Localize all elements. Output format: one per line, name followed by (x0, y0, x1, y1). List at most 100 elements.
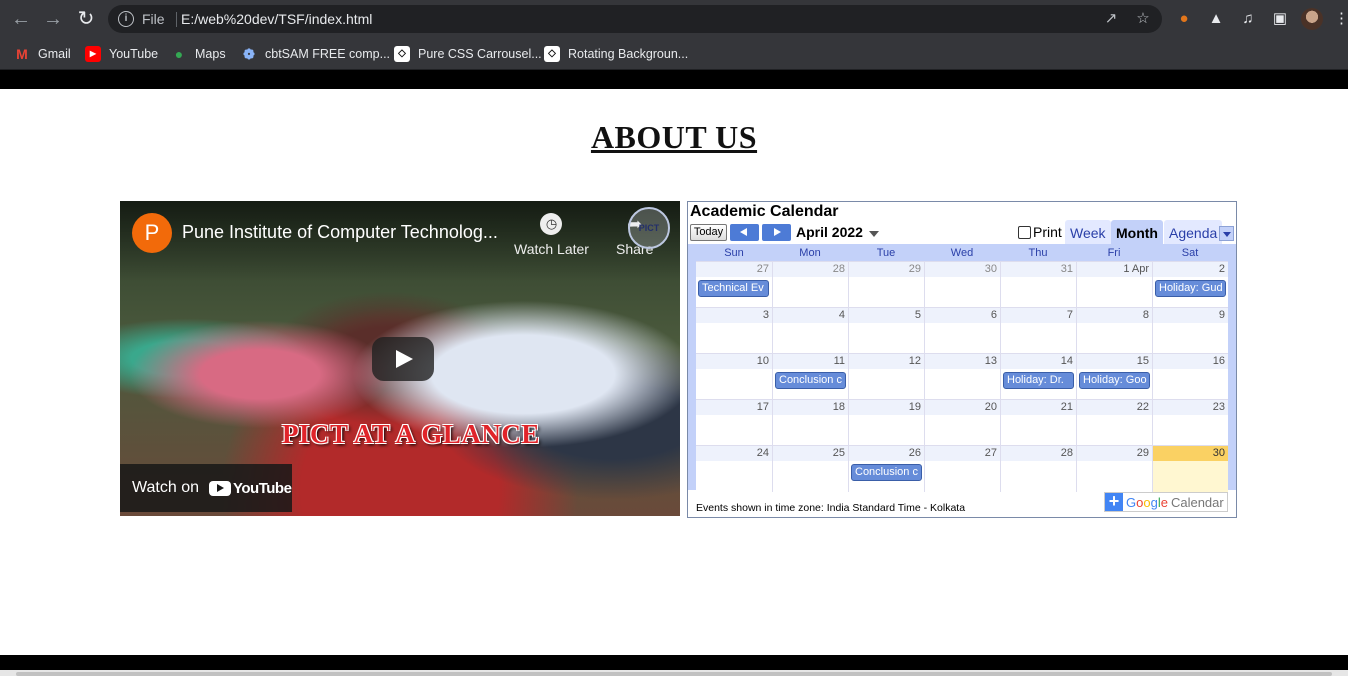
calendar-day[interactable]: 7 (1000, 308, 1076, 354)
bookmark-star-icon[interactable]: ☆ (1134, 10, 1152, 28)
youtube-icon: ▶ (85, 46, 101, 62)
view-dropdown-icon[interactable] (1219, 226, 1234, 241)
channel-avatar[interactable]: P (132, 213, 172, 253)
calendar-day[interactable]: 17 (696, 400, 772, 446)
day-number: 4 (773, 308, 848, 323)
forward-icon[interactable]: → (40, 6, 66, 32)
previous-month-button[interactable] (730, 224, 759, 241)
youtube-wordmark: YouTube (233, 479, 292, 497)
weekday-label: Sat (1181, 247, 1199, 259)
calendar-day[interactable]: 4 (772, 308, 848, 354)
bookmark-label: Gmail (38, 47, 71, 61)
calendar-day[interactable]: 14 Holiday: Dr. (1000, 354, 1076, 400)
reload-icon[interactable]: ↻ (73, 6, 99, 32)
bookmark-rotating-background[interactable]: ◇ Rotating Backgroun... (544, 44, 688, 64)
address-bar[interactable]: i File E:/web%20dev/TSF/index.html ↗ ☆ (108, 5, 1162, 33)
calendar-day[interactable]: 2 Holiday: Gud (1152, 262, 1228, 308)
calendar-day[interactable]: 11 Conclusion c (772, 354, 848, 400)
play-button[interactable] (372, 337, 434, 381)
plus-icon: + (1105, 492, 1123, 511)
day-number: 25 (773, 446, 848, 461)
calendar-day-today[interactable]: 30 (1152, 446, 1228, 492)
calendar-day[interactable]: 28 (772, 262, 848, 308)
calendar-day[interactable]: 27 Technical Ev (696, 262, 772, 308)
side-panel-icon[interactable]: ▣ (1270, 9, 1290, 29)
bookmark-cbtsam[interactable]: ❁ cbtSAM FREE comp... (241, 44, 390, 64)
calendar-day[interactable]: 16 (1152, 354, 1228, 400)
day-number: 11 (773, 354, 848, 369)
day-number: 14 (1001, 354, 1076, 369)
watch-later-button[interactable]: ◷ Watch Later (514, 213, 589, 257)
calendar-day[interactable]: 12 (848, 354, 924, 400)
menu-kebab-icon[interactable]: ⋮ (1334, 9, 1348, 29)
tab-month[interactable]: Month (1111, 220, 1163, 244)
calendar-day[interactable]: 27 (924, 446, 1000, 492)
calendar-day[interactable]: 29 (848, 262, 924, 308)
bookmark-gmail[interactable]: M Gmail (14, 44, 71, 64)
next-month-button[interactable] (762, 224, 791, 241)
calendar-day[interactable]: 21 (1000, 400, 1076, 446)
calendar-day[interactable]: 5 (848, 308, 924, 354)
calendar-day[interactable]: 30 (924, 262, 1000, 308)
calendar-day[interactable]: 18 (772, 400, 848, 446)
video-title[interactable]: Pune Institute of Computer Technolog... (182, 222, 502, 243)
scrollbar-thumb[interactable] (16, 672, 1332, 676)
print-label: Print (1033, 224, 1062, 240)
day-number: 9 (1153, 308, 1228, 323)
calendar-day[interactable]: 13 (924, 354, 1000, 400)
calendar-day[interactable]: 28 (1000, 446, 1076, 492)
calendar-event[interactable]: Conclusion c (775, 372, 846, 389)
calendar-day[interactable]: 29 (1076, 446, 1152, 492)
current-month: April 2022 (796, 224, 863, 240)
calendar-day[interactable]: 23 (1152, 400, 1228, 446)
back-icon[interactable]: ← (8, 6, 34, 32)
month-dropdown-icon[interactable] (869, 231, 879, 237)
google-calendar-button[interactable]: + Google Calendar (1104, 492, 1228, 512)
calendar-week-row: 27 Technical Ev 28 29 30 31 1 Apr 2 Holiday: Gud (696, 261, 1228, 308)
bookmark-youtube[interactable]: ▶ YouTube (85, 44, 158, 64)
google-wordmark-letter: o (1143, 494, 1151, 510)
bookmark-maps[interactable]: ● Maps (171, 44, 226, 64)
calendar-day[interactable]: 19 (848, 400, 924, 446)
calendar-day[interactable]: 10 (696, 354, 772, 400)
calendar-day[interactable]: 8 (1076, 308, 1152, 354)
calendar-day[interactable]: 3 (696, 308, 772, 354)
calendar-day[interactable]: 20 (924, 400, 1000, 446)
calendar-day[interactable]: 6 (924, 308, 1000, 354)
extensions-icon[interactable]: ▲ (1206, 9, 1226, 29)
profile-avatar[interactable] (1301, 8, 1323, 30)
codepen-icon: ◇ (394, 46, 410, 62)
clock-icon: ◷ (540, 213, 563, 235)
calendar-day[interactable]: 22 (1076, 400, 1152, 446)
calendar-day[interactable]: 15 Holiday: Goo (1076, 354, 1152, 400)
gmail-icon: M (16, 46, 28, 62)
url-text[interactable]: E:/web%20dev/TSF/index.html (181, 11, 372, 27)
info-icon[interactable]: i (118, 11, 134, 27)
print-button[interactable]: Print (1018, 224, 1062, 240)
calendar-event[interactable]: Holiday: Gud (1155, 280, 1226, 297)
youtube-embed[interactable]: P Pune Institute of Computer Technolog..… (120, 201, 680, 516)
calendar-event[interactable]: Technical Ev (698, 280, 769, 297)
tab-week[interactable]: Week (1065, 220, 1111, 244)
share-icon[interactable]: ↗ (1102, 10, 1120, 28)
metamask-icon[interactable]: ● (1174, 9, 1194, 29)
tab-agenda[interactable]: Agenda (1164, 220, 1223, 244)
bookmarks-bar: M Gmail ▶ YouTube ● Maps ❁ cbtSAM FREE c… (0, 38, 1348, 70)
day-number: 22 (1077, 400, 1152, 415)
calendar-event[interactable]: Conclusion c (851, 464, 922, 481)
calendar-day[interactable]: 9 (1152, 308, 1228, 354)
cbtsam-icon: ❁ (243, 46, 255, 62)
bookmark-css-carrousel[interactable]: ◇ Pure CSS Carrousel... (394, 44, 542, 64)
media-control-icon[interactable]: ♫ (1238, 9, 1258, 29)
calendar-day[interactable]: 24 (696, 446, 772, 492)
calendar-day[interactable]: 31 (1000, 262, 1076, 308)
calendar-day[interactable]: 26 Conclusion c (848, 446, 924, 492)
today-button[interactable]: Today (690, 224, 727, 241)
calendar-day[interactable]: 25 (772, 446, 848, 492)
day-number: 3 (696, 308, 772, 323)
calendar-event[interactable]: Holiday: Dr. (1003, 372, 1074, 389)
calendar-event[interactable]: Holiday: Goo (1079, 372, 1150, 389)
watch-on-youtube-button[interactable]: Watch on YouTube (120, 464, 292, 512)
calendar-day[interactable]: 1 Apr (1076, 262, 1152, 308)
calendar-wordmark: Calendar (1170, 494, 1224, 510)
